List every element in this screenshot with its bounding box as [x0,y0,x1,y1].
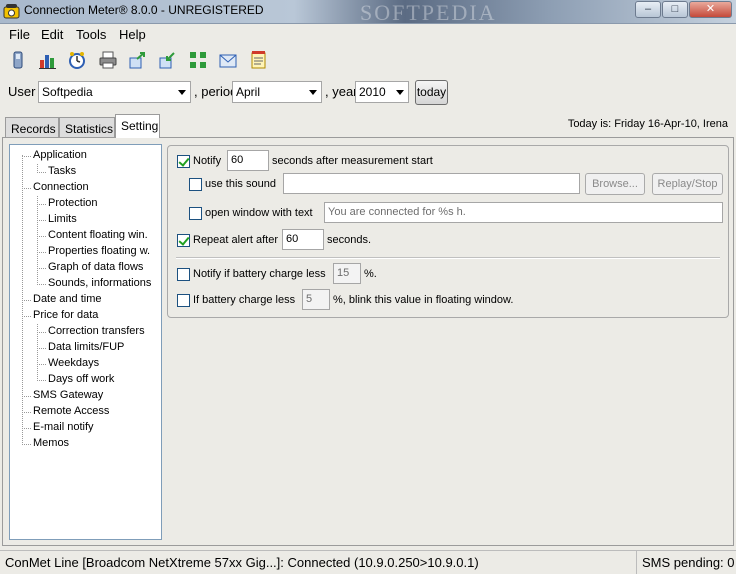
tree-item-graph-of-data-flows[interactable]: Graph of data flows [48,261,143,273]
notify-checkbox[interactable] [177,155,190,168]
minimize-button[interactable]: – [635,1,661,18]
repeat-suffix: seconds. [327,234,372,246]
close-button[interactable]: ✕ [689,1,732,18]
notify-label: Notify [193,155,222,167]
battery-notify-suffix: %. [364,268,377,280]
battery-notify-label: Notify if battery charge less [193,268,326,280]
repeat-alert-label: Repeat alert after [193,234,278,246]
use-sound-checkbox[interactable] [189,178,202,191]
today-button[interactable]: today [415,80,448,105]
tree-item-connection[interactable]: Connection [33,181,89,193]
tree-item-days-off-work[interactable]: Days off work [48,373,114,385]
user-select[interactable]: Softpedia [38,81,191,103]
sms-status: SMS pending: 0 [636,551,736,574]
printer-icon[interactable] [98,50,118,70]
phone-app-icon [3,4,20,19]
separator [176,257,720,259]
tab-strip: Records Statistics Setting Today is: Fri… [0,114,736,138]
year-select-value: 2010 [359,85,386,99]
notify-seconds-field[interactable]: 60 [227,150,269,171]
use-sound-label: use this sound [205,178,276,190]
phone-icon[interactable] [8,50,28,70]
chevron-down-icon [309,90,317,95]
status-bar: ConMet Line [Broadcom NetXtreme 57xx Gig… [0,550,736,574]
mail-icon[interactable] [218,50,238,70]
tree-item-limits[interactable]: Limits [48,213,77,225]
replay-stop-button[interactable]: Replay/Stop [652,173,723,195]
grid-icon[interactable] [188,50,208,70]
tree-item-data-limits-fup[interactable]: Data limits/FUP [48,341,124,353]
tree-item-protection[interactable]: Protection [48,197,98,209]
settings-tree: Application Tasks Connection Protection Limi… [9,144,162,540]
battery-blink-suffix: %, blink this value in floating window. [333,294,514,306]
sound-file-field[interactable] [283,173,580,194]
battery-notify-field[interactable]: 15 [333,263,361,284]
import-icon[interactable] [158,50,178,70]
export-icon[interactable] [128,50,148,70]
connection-status: ConMet Line [Broadcom NetXtreme 57xx Gig… [5,555,479,570]
notes-icon[interactable] [249,50,269,70]
repeat-seconds-field[interactable]: 60 [282,229,324,250]
menu-edit[interactable]: Edit [41,27,63,42]
chevron-down-icon [178,90,186,95]
tree-item-correction-transfers[interactable]: Correction transfers [48,325,145,337]
tree-item-content-floating-win[interactable]: Content floating win. [48,229,148,241]
chevron-down-icon [396,90,404,95]
battery-notify-checkbox[interactable] [177,268,190,281]
open-window-label: open window with text [205,207,313,219]
battery-blink-checkbox[interactable] [177,294,190,307]
tree-item-remote-access[interactable]: Remote Access [33,405,109,417]
tree-item-sounds-informations[interactable]: Sounds, informations [48,277,151,289]
tree-item-sms-gateway[interactable]: SMS Gateway [33,389,103,401]
chart-bars-icon[interactable] [38,50,58,70]
menu-help[interactable]: Help [119,27,146,42]
sounds-settings-panel: Notify 60 seconds after measurement star… [167,145,729,318]
period-select[interactable]: April [232,81,322,103]
clock-icon[interactable] [67,50,87,70]
tree-item-application[interactable]: Application [33,149,87,161]
period-select-value: April [236,85,261,99]
tree-item-tasks[interactable]: Tasks [48,165,76,177]
menu-file[interactable]: File [9,27,30,42]
menu-bar: File Edit Tools Help [0,25,736,44]
user-select-value: Softpedia [42,85,93,99]
toolbar [0,46,736,74]
user-label: User [8,84,36,99]
tree-item-e-mail-notify[interactable]: E-mail notify [33,421,94,433]
window-title: Connection Meter® 8.0.0 - UNREGISTERED [24,3,264,17]
year-select[interactable]: 2010 [355,81,409,103]
tree-item-memos[interactable]: Memos [33,437,69,449]
title-bar: Connection Meter® 8.0.0 - UNREGISTERED S… [0,0,736,25]
open-window-checkbox[interactable] [189,207,202,220]
tree-item-date-and-time[interactable]: Date and time [33,293,101,305]
notify-suffix: seconds after measurement start [272,155,433,167]
repeat-alert-checkbox[interactable] [177,234,190,247]
today-info: Today is: Friday 16-Apr-10, Irena [567,118,728,130]
browse-button[interactable]: Browse... [585,173,645,195]
tab-statistics[interactable]: Statistics [59,117,115,138]
maximize-button[interactable]: □ [662,1,688,18]
softpedia-watermark: SOFTPEDIA [360,0,497,25]
battery-blink-field[interactable]: 5 [302,289,330,310]
settings-content: Application Tasks Connection Protection Limi… [2,137,734,546]
period-label: , period [194,84,238,99]
tree-item-price-for-data[interactable]: Price for data [33,309,98,321]
year-label: , year [325,84,358,99]
tab-records[interactable]: Records [5,117,59,138]
user-period-bar: User Softpedia , period April , year 201… [0,78,736,108]
battery-blink-label: If battery charge less [193,294,296,306]
tab-setting[interactable]: Setting [115,114,160,138]
menu-tools[interactable]: Tools [76,27,106,42]
tree-item-weekdays[interactable]: Weekdays [48,357,99,369]
open-window-text-field[interactable]: You are connected for %s h. [324,202,723,223]
tree-item-properties-floating-w[interactable]: Properties floating w. [48,245,150,257]
